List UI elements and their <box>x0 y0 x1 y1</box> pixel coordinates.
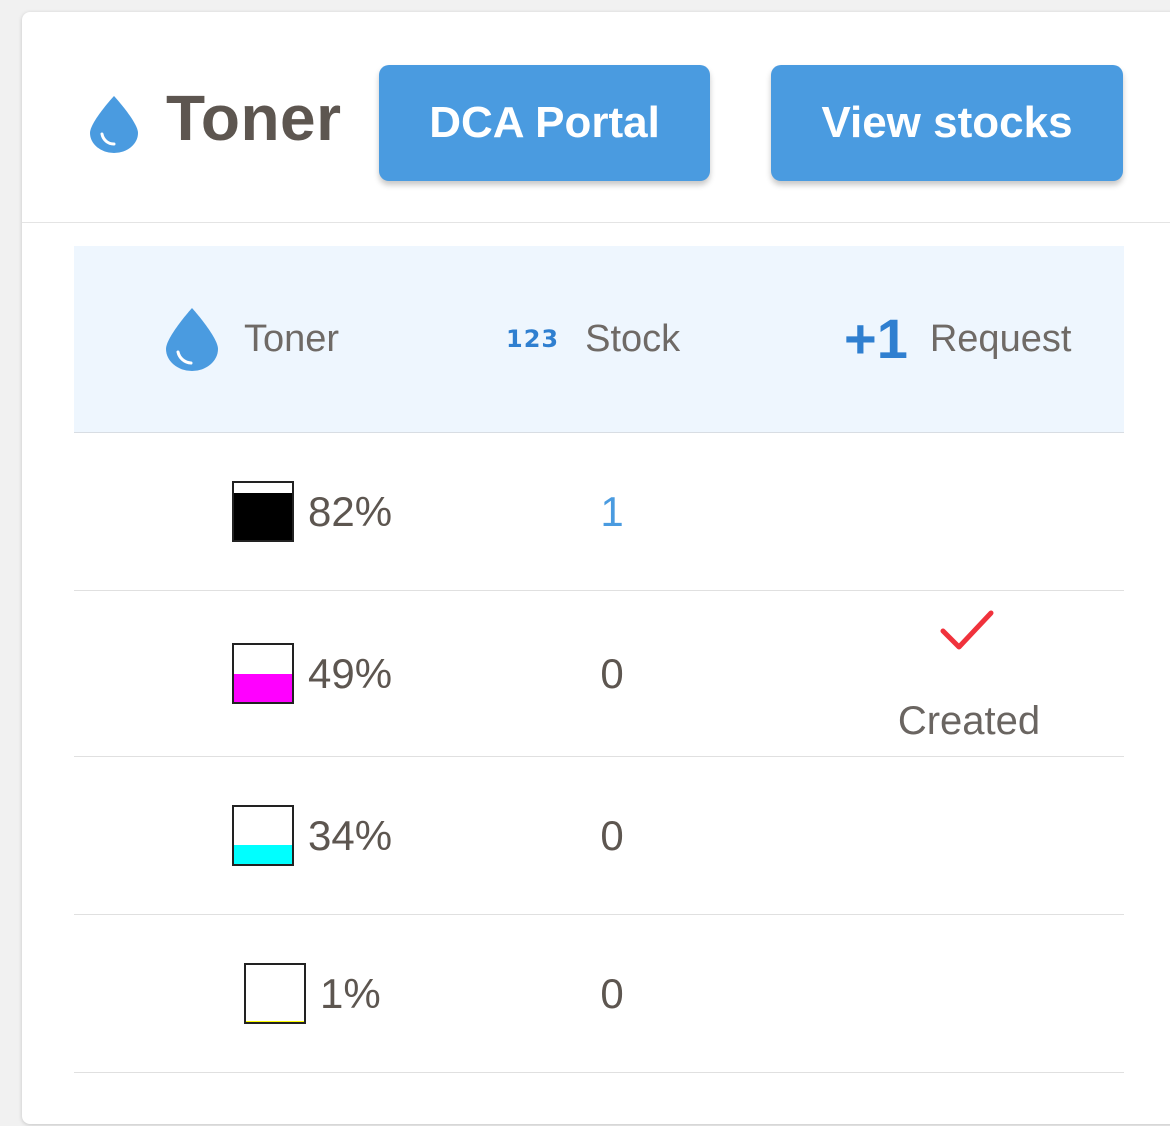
request-status: Created <box>897 699 1041 743</box>
stock-count-value: 0 <box>600 811 624 859</box>
stock-count-value: 0 <box>600 649 624 697</box>
table-row: 82% 1 <box>74 433 1124 591</box>
table-row: 34% 0 <box>74 757 1124 915</box>
toner-level-fill <box>234 493 292 540</box>
card-title: Toner <box>166 82 342 154</box>
request-cell <box>894 433 1044 590</box>
column-header-toner-label: Toner <box>244 317 340 360</box>
column-header-toner: Toner <box>164 246 339 432</box>
toner-level-gauge <box>244 963 306 1024</box>
stock-count-value: 0 <box>600 969 624 1017</box>
request-cell: Created <box>894 591 1044 756</box>
stock-count-value: 1 <box>600 487 624 535</box>
toner-level-percent: 82% <box>308 487 393 535</box>
request-cell <box>894 915 1044 1072</box>
toner-level-gauge <box>232 643 294 704</box>
toner-level-percent: 1% <box>320 969 381 1017</box>
toner-level-fill <box>234 844 292 864</box>
numbers-icon: 123 <box>506 325 560 353</box>
plus-one-icon: +1 <box>844 307 908 370</box>
toner-level-gauge <box>232 805 294 866</box>
table-row: 49% 0 Created <box>74 591 1124 757</box>
dca-portal-button[interactable]: DCA Portal <box>379 65 710 181</box>
view-stocks-button[interactable]: View stocks <box>771 65 1123 181</box>
table-header: Toner 123 Stock +1 Request <box>74 246 1124 433</box>
water-drop-icon <box>90 96 138 153</box>
toner-level: 34% <box>232 757 392 914</box>
toner-level-percent: 34% <box>308 811 393 859</box>
table-row: 1% 0 <box>74 915 1124 1073</box>
toner-level: 1% <box>244 915 381 1072</box>
request-cell <box>894 757 1044 914</box>
card-header: Toner DCA Portal View stocks <box>22 12 1170 223</box>
check-icon <box>940 610 994 650</box>
column-header-request: +1 Request <box>844 246 1071 432</box>
toner-level: 82% <box>232 433 392 590</box>
toner-card: Toner DCA Portal View stocks Toner 123 S… <box>22 12 1170 1124</box>
column-header-stock-label: Stock <box>585 317 681 360</box>
toner-level: 49% <box>232 591 392 756</box>
toner-level-gauge <box>232 481 294 542</box>
toner-level-fill <box>234 674 292 702</box>
column-header-request-label: Request <box>929 317 1072 360</box>
toner-level-percent: 49% <box>308 649 393 697</box>
toner-table: Toner 123 Stock +1 Request 82% 1 49% 0 C… <box>74 246 1124 1073</box>
water-drop-icon <box>166 308 218 371</box>
column-header-stock: 123 Stock <box>506 246 680 432</box>
toner-level-fill <box>246 1021 304 1022</box>
